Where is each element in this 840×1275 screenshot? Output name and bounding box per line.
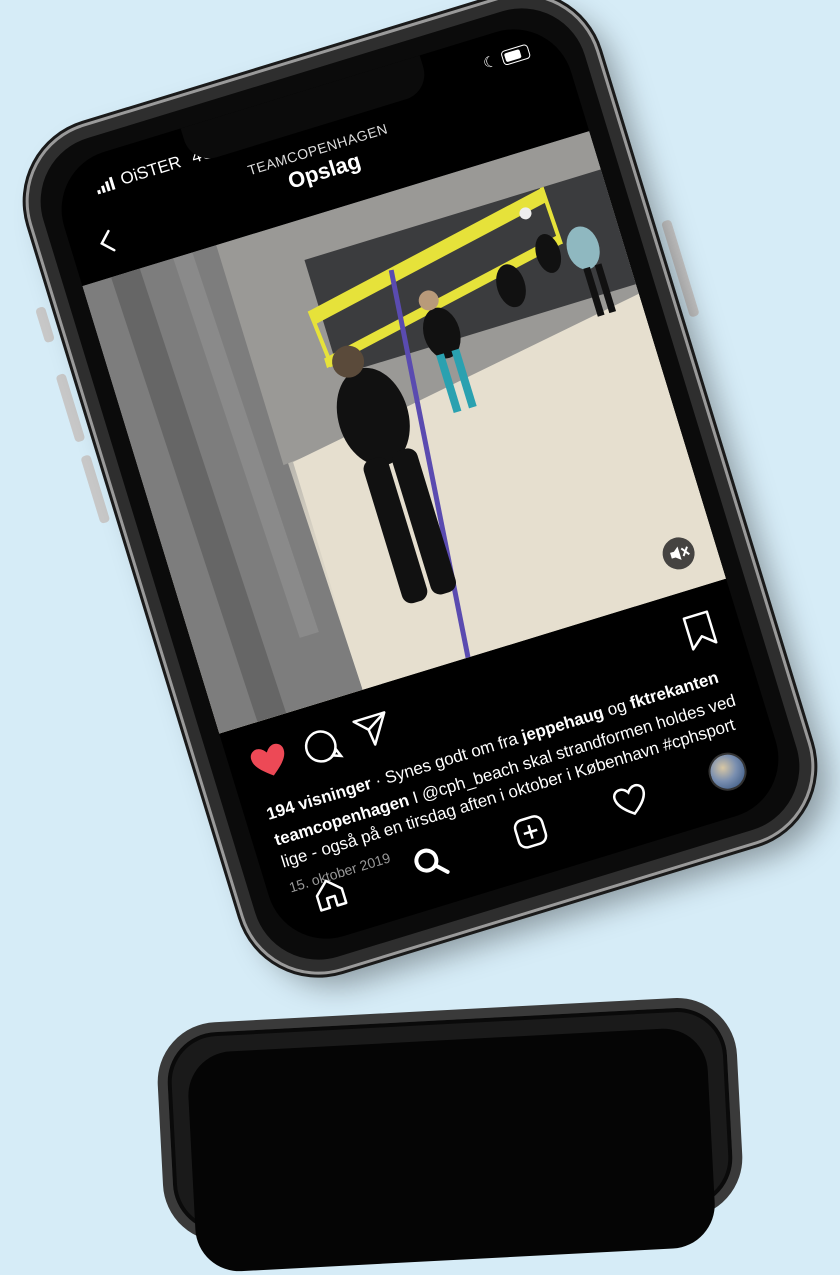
comment-icon[interactable] [296,721,346,771]
heart-outline-icon[interactable] [607,777,654,824]
second-phone [154,994,746,1274]
search-icon[interactable] [406,838,453,885]
add-post-icon[interactable] [507,808,554,855]
screen: OiSTER 4G ✳ 12.04 ☾ TEAMCOPENHAGEN Opsla… [46,13,794,954]
silent-switch [34,305,56,343]
phone-device: OiSTER 4G ✳ 12.04 ☾ TEAMCOPENHAGEN Opsla… [9,0,831,991]
bookmark-icon[interactable] [675,605,725,655]
liked-by-and: og [604,695,629,720]
send-icon[interactable] [348,705,398,755]
heart-filled-icon[interactable] [245,737,295,787]
profile-avatar[interactable] [703,747,752,795]
moon-icon: ☾ [481,51,500,73]
home-icon[interactable] [306,869,353,916]
